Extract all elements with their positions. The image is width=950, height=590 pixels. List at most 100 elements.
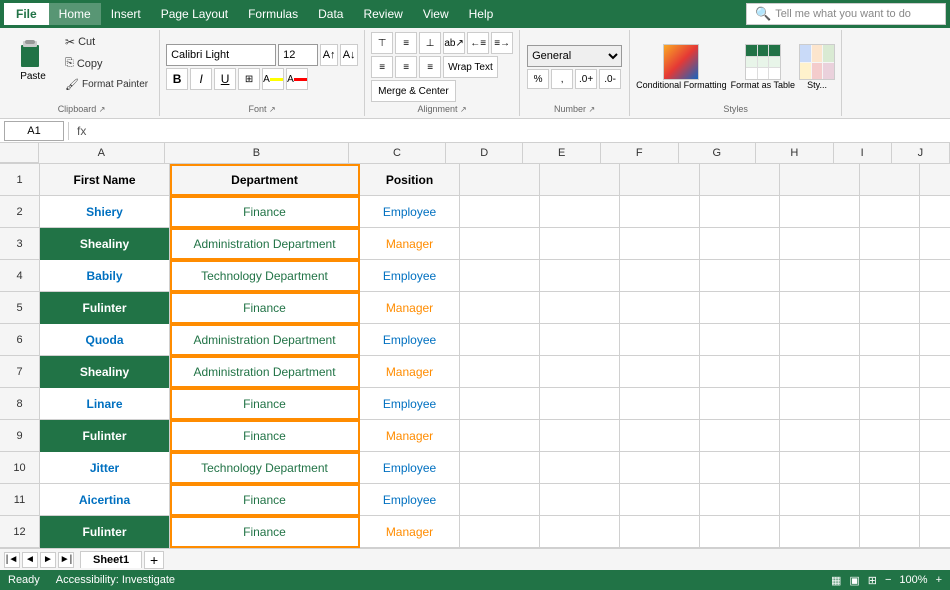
increase-decimal-button[interactable]: .0+ [575,69,597,89]
cell-e5[interactable] [540,292,620,324]
cell-g6[interactable] [700,324,780,356]
cell-g5[interactable] [700,292,780,324]
next-sheet-button[interactable]: ► [40,552,56,568]
cell-h9[interactable] [780,420,860,452]
row-header-6[interactable]: 6 [0,324,40,356]
row-header-1[interactable]: 1 [0,164,40,196]
cell-d3[interactable] [460,228,540,260]
cell-g11[interactable] [700,484,780,516]
cell-e4[interactable] [540,260,620,292]
cell-b10[interactable]: Technology Department [170,452,360,484]
cell-b12[interactable]: Finance [170,516,360,548]
cell-f4[interactable] [620,260,700,292]
fill-color-button[interactable]: A [262,68,284,90]
cell-g9[interactable] [700,420,780,452]
cell-f5[interactable] [620,292,700,324]
cell-e10[interactable] [540,452,620,484]
cell-h6[interactable] [780,324,860,356]
cell-i6[interactable] [860,324,920,356]
format-as-table-button[interactable]: Format as Table [731,44,795,90]
menu-insert[interactable]: Insert [101,3,151,25]
cell-a6[interactable]: Quoda [40,324,170,356]
cell-i10[interactable] [860,452,920,484]
left-align-button[interactable]: ≡ [371,56,393,78]
cell-h12[interactable] [780,516,860,548]
cell-h5[interactable] [780,292,860,324]
percent-button[interactable]: % [527,69,549,89]
cell-h7[interactable] [780,356,860,388]
cell-a5[interactable]: Fulinter [40,292,170,324]
cell-d7[interactable] [460,356,540,388]
cell-e1[interactable] [540,164,620,196]
cell-f9[interactable] [620,420,700,452]
cell-b7[interactable]: Administration Department [170,356,360,388]
cell-d1[interactable] [460,164,540,196]
menu-data[interactable]: Data [308,3,353,25]
cell-h8[interactable] [780,388,860,420]
cell-g12[interactable] [700,516,780,548]
top-align-button[interactable]: ⊤ [371,32,393,54]
cell-f3[interactable] [620,228,700,260]
bottom-align-button[interactable]: ⊥ [419,32,441,54]
select-all-button[interactable] [0,143,39,163]
cell-d2[interactable] [460,196,540,228]
cell-f11[interactable] [620,484,700,516]
cell-i2[interactable] [860,196,920,228]
cell-d11[interactable] [460,484,540,516]
col-header-e[interactable]: E [523,143,601,163]
add-sheet-button[interactable]: + [144,551,164,569]
cell-c7[interactable]: Manager [360,356,460,388]
cell-b2[interactable]: Finance [170,196,360,228]
file-menu[interactable]: File [4,3,49,25]
cell-j1[interactable] [920,164,950,196]
number-format-selector[interactable]: General Number Currency [527,45,622,67]
col-header-i[interactable]: I [834,143,892,163]
cell-c6[interactable]: Employee [360,324,460,356]
cell-e11[interactable] [540,484,620,516]
cell-a8[interactable]: Linare [40,388,170,420]
cell-e9[interactable] [540,420,620,452]
cell-c9[interactable]: Manager [360,420,460,452]
cell-c5[interactable]: Manager [360,292,460,324]
cell-i7[interactable] [860,356,920,388]
cell-h10[interactable] [780,452,860,484]
cell-a2[interactable]: Shiery [40,196,170,228]
cell-g4[interactable] [700,260,780,292]
format-painter-button[interactable]: 🖌Format Painter [60,75,153,94]
indent-increase-button[interactable]: ≡→ [491,32,513,54]
row-header-12[interactable]: 12 [0,516,40,548]
cell-j10[interactable] [920,452,950,484]
cell-b1[interactable]: Department [170,164,360,196]
insert-function-button[interactable]: fx [73,124,90,138]
font-color-button[interactable]: A [286,68,308,90]
cell-a10[interactable]: Jitter [40,452,170,484]
cell-f12[interactable] [620,516,700,548]
cell-c11[interactable]: Employee [360,484,460,516]
formula-input[interactable] [90,124,946,138]
cell-f6[interactable] [620,324,700,356]
cell-f10[interactable] [620,452,700,484]
row-header-4[interactable]: 4 [0,260,40,292]
col-header-g[interactable]: G [679,143,757,163]
cell-d8[interactable] [460,388,540,420]
cell-i5[interactable] [860,292,920,324]
decrease-decimal-button[interactable]: .0- [599,69,621,89]
font-decrease-button[interactable]: A↓ [340,44,358,66]
cell-f1[interactable] [620,164,700,196]
cell-j7[interactable] [920,356,950,388]
cell-g1[interactable] [700,164,780,196]
cell-a9[interactable]: Fulinter [40,420,170,452]
zoom-out-button[interactable]: − [885,574,891,586]
cell-g8[interactable] [700,388,780,420]
menu-review[interactable]: Review [353,3,412,25]
cell-a1[interactable]: First Name [40,164,170,196]
cell-f2[interactable] [620,196,700,228]
copy-button[interactable]: ⎘Copy [60,54,153,73]
cell-d5[interactable] [460,292,540,324]
cell-c4[interactable]: Employee [360,260,460,292]
cell-d9[interactable] [460,420,540,452]
cell-g2[interactable] [700,196,780,228]
cell-j4[interactable] [920,260,950,292]
cell-c2[interactable]: Employee [360,196,460,228]
cell-f7[interactable] [620,356,700,388]
